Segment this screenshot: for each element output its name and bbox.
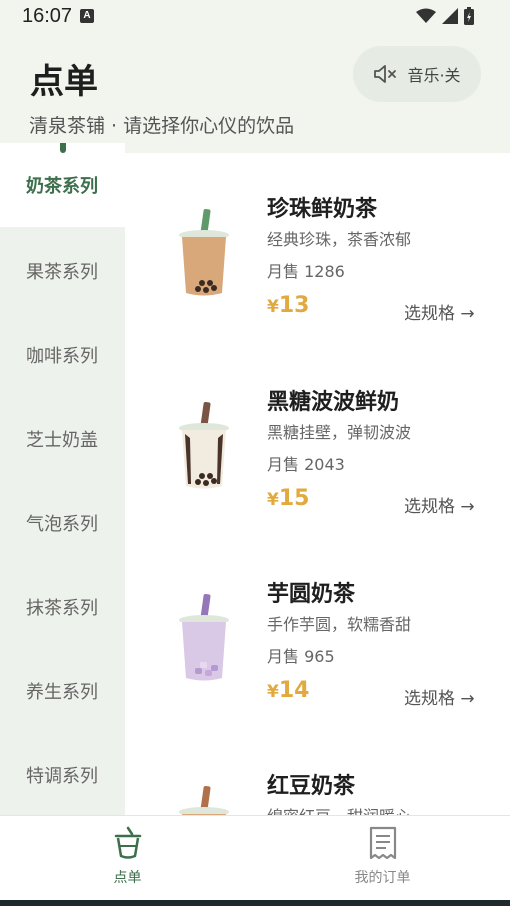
music-toggle-label: 音乐·关 (407, 66, 461, 85)
product-name: 芋圆奶茶 (267, 582, 356, 607)
choose-spec-button[interactable]: 选规格 → (404, 684, 475, 709)
cup-icon (114, 826, 142, 859)
price-value: 13 (278, 293, 310, 318)
product-card[interactable]: 黑糖波波鲜奶 黑糖挂壁，弹韧波波 月售 2043 ¥15 选规格 → (125, 346, 510, 536)
product-price: ¥15 (267, 486, 309, 511)
product-name: 红豆奶茶 (267, 774, 356, 799)
currency-symbol: ¥ (267, 297, 279, 317)
product-description: 绵密红豆，甜润暖心 (267, 803, 411, 815)
sidebar-item-label: 奶茶系列 (26, 176, 98, 197)
system-nav-bar (0, 900, 510, 906)
status-time: 16:07 (22, 5, 73, 27)
product-sales: 月售 2043 (267, 455, 345, 474)
category-sidebar: 奶茶系列 果茶系列 咖啡系列 芝士奶盖 气泡系列 抹茶系列 养生系列 特调系列 (0, 143, 125, 817)
speaker-muted-icon (374, 65, 397, 83)
sidebar-item-label: 气泡系列 (26, 514, 98, 535)
product-sales: 月售 965 (267, 647, 335, 666)
tab-label: 点单 (113, 870, 142, 886)
system-icons (416, 7, 474, 25)
price-value: 15 (278, 486, 310, 511)
product-card[interactable]: 芋圆奶茶 手作芋圆，软糯香甜 月售 965 ¥14 选规格 → (125, 538, 510, 728)
currency-symbol: ¥ (267, 490, 279, 510)
product-description: 黑糖挂壁，弹韧波波 (267, 423, 412, 442)
sidebar-item-label: 果茶系列 (26, 262, 98, 283)
bottom-tab-bar: 点单 我的订单 (0, 815, 510, 901)
sidebar-item-special[interactable]: 特调系列 (0, 733, 125, 817)
battery-icon (464, 7, 474, 25)
price-value: 14 (278, 678, 310, 703)
product-card[interactable]: 珍珠鲜奶茶 经典珍珠，茶香浓郁 月售 1286 ¥13 选规格 → (125, 153, 510, 343)
active-indicator (60, 143, 66, 153)
pearl-milk-tea-cup-icon (179, 208, 229, 296)
accessibility-icon: A (80, 9, 94, 23)
product-list: 珍珠鲜奶茶 经典珍珠，茶香浓郁 月售 1286 ¥13 选规格 → 黑糖波波鲜奶… (125, 153, 510, 815)
product-price: ¥14 (267, 678, 309, 703)
sidebar-item-fruit-tea[interactable]: 果茶系列 (0, 229, 125, 313)
product-sales: 月售 1286 (267, 262, 345, 281)
music-toggle-button[interactable]: 音乐·关 (353, 46, 481, 102)
choose-spec-button[interactable]: 选规格 → (404, 299, 475, 324)
product-card[interactable]: 红豆奶茶 绵密红豆，甜润暖心 (125, 730, 510, 815)
sidebar-item-milk-tea[interactable]: 奶茶系列 (0, 143, 125, 227)
product-name: 珍珠鲜奶茶 (267, 197, 378, 222)
choose-spec-button[interactable]: 选规格 → (404, 492, 475, 517)
currency-symbol: ¥ (267, 682, 279, 702)
tab-label: 我的订单 (354, 870, 411, 886)
red-bean-cup-icon (179, 785, 229, 815)
product-price: ¥13 (267, 293, 309, 318)
product-name: 黑糖波波鲜奶 (267, 390, 400, 415)
tab-order[interactable]: 点单 (0, 816, 255, 901)
sidebar-item-cheese-foam[interactable]: 芝士奶盖 (0, 397, 125, 481)
wifi-icon (416, 8, 436, 23)
sidebar-item-label: 咖啡系列 (26, 346, 98, 367)
sidebar-item-label: 芝士奶盖 (26, 430, 98, 451)
page-title: 点单 (30, 62, 98, 102)
sidebar-item-coffee[interactable]: 咖啡系列 (0, 313, 125, 397)
sidebar-item-sparkling[interactable]: 气泡系列 (0, 481, 125, 565)
brown-sugar-boba-cup-icon (179, 401, 229, 489)
sidebar-item-wellness[interactable]: 养生系列 (0, 649, 125, 733)
product-description: 经典珍珠，茶香浓郁 (267, 230, 412, 249)
sidebar-item-matcha[interactable]: 抹茶系列 (0, 565, 125, 649)
tab-my-orders[interactable]: 我的订单 (255, 816, 510, 901)
sidebar-item-label: 抹茶系列 (26, 598, 98, 619)
sidebar-item-label: 养生系列 (26, 682, 98, 703)
page-header: 点单 清泉茶铺 · 请选择你心仪的饮品 音乐·关 (0, 34, 510, 153)
signal-icon (442, 8, 458, 24)
sidebar-item-label: 特调系列 (26, 766, 98, 787)
status-bar: 16:07 A (0, 0, 510, 34)
product-description: 手作芋圆，软糯香甜 (267, 615, 412, 634)
taro-ball-cup-icon (179, 593, 229, 681)
page-subtitle: 清泉茶铺 · 请选择你心仪的饮品 (29, 115, 295, 137)
receipt-icon (369, 826, 397, 860)
